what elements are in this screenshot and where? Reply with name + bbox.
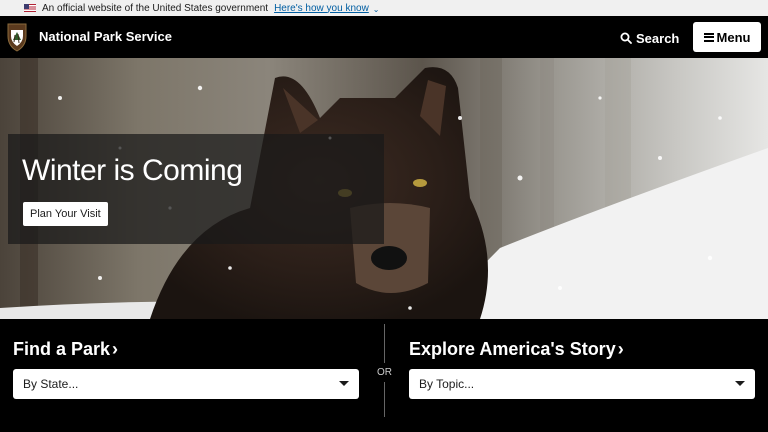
menu-button[interactable]: Menu [693,22,761,52]
state-select[interactable]: By State... [13,369,359,399]
site-header: National Park Service Search Menu [0,16,768,58]
chevron-down-icon[interactable]: ⌄ [373,5,380,14]
us-flag-icon [24,4,36,12]
nps-arrowhead-logo-icon[interactable] [6,22,28,52]
search-label: Search [636,30,680,46]
find-a-park-link[interactable]: Find a Park › [13,339,118,360]
find-a-park-title: Find a Park [13,339,111,359]
hero-title: Winter is Coming [22,154,243,187]
state-select-value: By State... [23,377,79,391]
menu-label: Menu [716,29,751,45]
topic-select[interactable]: By Topic... [409,369,755,399]
search-button[interactable]: Search [620,27,679,49]
caret-down-icon [735,381,745,386]
heres-how-you-know-link[interactable]: Here's how you know [274,3,369,14]
topic-select-value: By Topic... [419,377,475,391]
explore-title: Explore America's Story [409,339,616,359]
hamburger-icon [703,32,714,42]
chevron-right-icon: › [617,339,624,359]
or-label: OR [375,363,394,382]
park-finder: Find a Park › By State... OR Explore Amer… [0,319,768,432]
hero-overlay: Winter is Coming Plan Your Visit [8,134,384,244]
site-title[interactable]: National Park Service [39,29,172,44]
caret-down-icon [339,381,349,386]
gov-banner-text: An official website of the United States… [42,2,269,14]
explore-america-link[interactable]: Explore America's Story › [409,339,624,360]
chevron-right-icon: › [112,339,119,359]
hero-banner: Winter is Coming Plan Your Visit [0,58,768,319]
gov-banner: An official website of the United States… [0,0,768,16]
plan-your-visit-button[interactable]: Plan Your Visit [23,202,108,226]
search-icon [620,32,632,44]
